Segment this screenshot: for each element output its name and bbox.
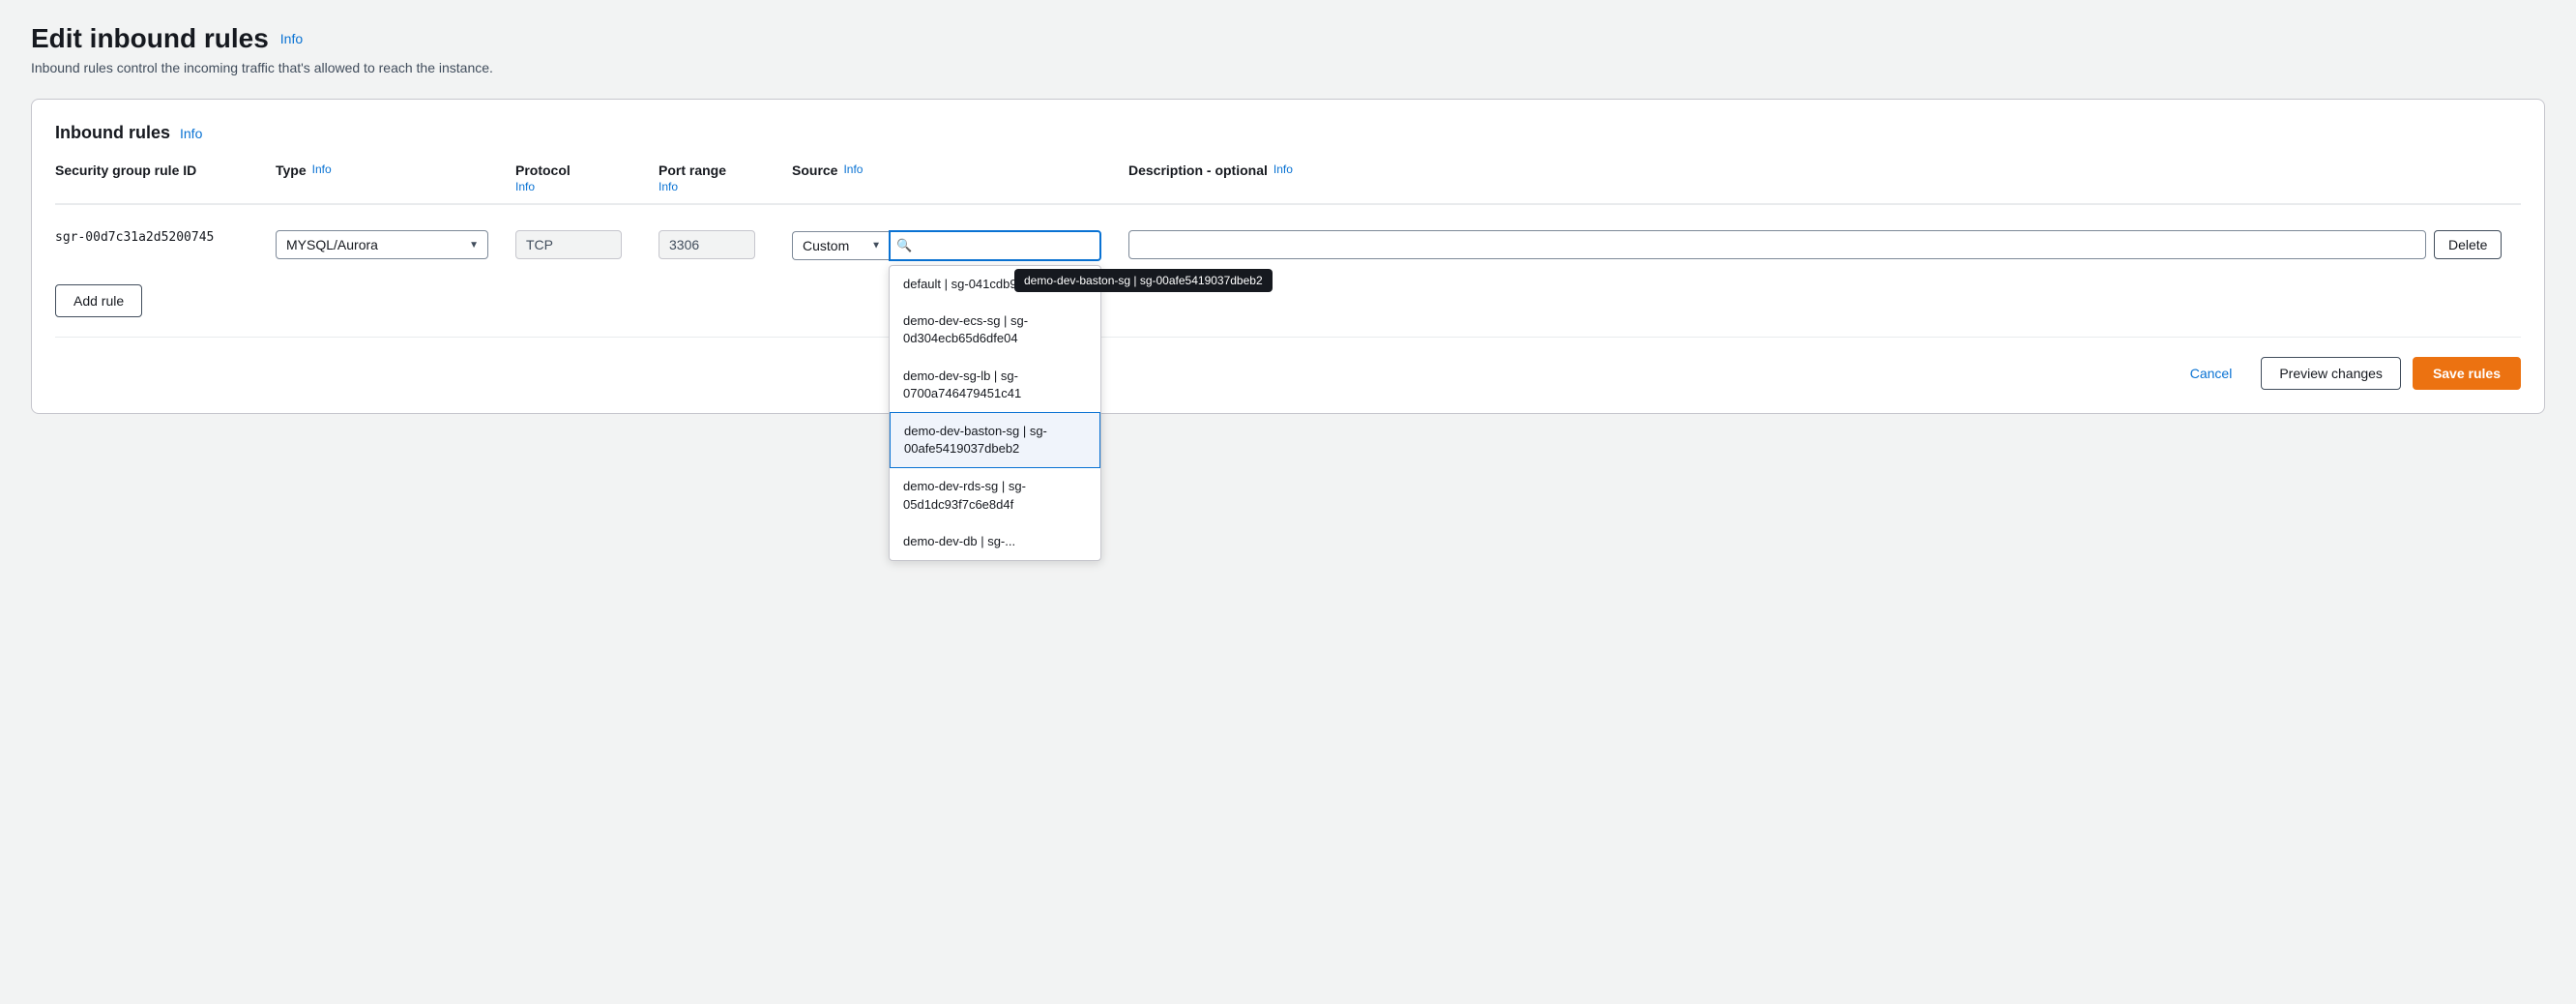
col-header-source: Source Info [792, 162, 1121, 193]
page-info-link[interactable]: Info [280, 31, 303, 46]
page-title-row: Edit inbound rules Info [31, 23, 2545, 54]
cell-description [1128, 224, 2426, 259]
page-title: Edit inbound rules [31, 23, 269, 54]
source-type-select-wrapper: Custom Anywhere-IPv4 Anywhere-IPv6 My IP… [792, 231, 889, 260]
description-info-link[interactable]: Info [1273, 162, 1293, 176]
col-header-protocol: Protocol Info [515, 162, 651, 193]
dropdown-item-2[interactable]: demo-dev-ecs-sg | sg-0d304ecb65d6dfe04 [890, 303, 1100, 357]
cell-type: MYSQL/Aurora Custom TCP HTTP HTTPS SSH A… [276, 224, 508, 259]
search-input-wrapper: 🔍 [889, 230, 1101, 261]
section-info-link[interactable]: Info [180, 126, 202, 141]
protocol-info-link[interactable]: Info [515, 180, 535, 193]
source-area: Custom Anywhere-IPv4 Anywhere-IPv6 My IP… [792, 230, 1101, 261]
section-title: Inbound rules [55, 123, 170, 143]
source-dropdown-menu: default | sg-041cdb9be4e6d0cb7 demo-dev-… [889, 265, 1101, 561]
cell-source: Custom Anywhere-IPv4 Anywhere-IPv6 My IP… [792, 224, 1121, 261]
col-header-rule-id: Security group rule ID [55, 162, 268, 193]
source-dropdown-container: Custom Anywhere-IPv4 Anywhere-IPv6 My IP… [792, 230, 1101, 261]
preview-changes-button[interactable]: Preview changes [2261, 357, 2401, 390]
delete-button[interactable]: Delete [2434, 230, 2502, 259]
rule-id-value: sgr-00d7c31a2d5200745 [55, 230, 214, 245]
cell-action: Delete [2434, 224, 2521, 259]
divider [55, 337, 2521, 338]
save-rules-button[interactable]: Save rules [2413, 357, 2521, 390]
add-rule-row: Add rule [55, 269, 2521, 317]
col-header-type: Type Info [276, 162, 508, 193]
description-input[interactable] [1128, 230, 2426, 259]
add-rule-button[interactable]: Add rule [55, 284, 142, 317]
cell-rule-id: sgr-00d7c31a2d5200745 [55, 224, 268, 245]
port-info-link[interactable]: Info [659, 180, 678, 193]
col-header-action [2434, 162, 2521, 193]
cell-protocol [515, 224, 651, 259]
table-header: Security group rule ID Type Info Protoco… [55, 162, 2521, 205]
dropdown-item-4[interactable]: demo-dev-baston-sg | sg-00afe5419037dbeb… [890, 412, 1100, 468]
type-info-link[interactable]: Info [312, 162, 332, 176]
table-row: sgr-00d7c31a2d5200745 MYSQL/Aurora Custo… [55, 217, 2521, 269]
type-select[interactable]: MYSQL/Aurora Custom TCP HTTP HTTPS SSH A… [276, 230, 488, 259]
source-tooltip: demo-dev-baston-sg | sg-00afe5419037dbeb… [1014, 269, 1273, 292]
source-info-link[interactable]: Info [843, 162, 863, 176]
cancel-button[interactable]: Cancel [2173, 357, 2250, 390]
port-range-input [659, 230, 755, 259]
dropdown-item-5[interactable]: demo-dev-rds-sg | sg-05d1dc93f7c6e8d4f [890, 468, 1100, 522]
inbound-rules-card: Inbound rules Info Security group rule I… [31, 99, 2545, 414]
page-subtitle: Inbound rules control the incoming traff… [31, 60, 2545, 75]
card-header: Inbound rules Info [55, 123, 2521, 143]
dropdown-item-6[interactable]: demo-dev-db | sg-... [890, 523, 1100, 560]
col-header-description: Description - optional Info [1128, 162, 2426, 193]
cell-port-range [659, 224, 784, 259]
action-bar: Cancel Preview changes Save rules [55, 357, 2521, 390]
source-search-input[interactable] [889, 230, 1101, 261]
protocol-input [515, 230, 622, 259]
col-header-port-range: Port range Info [659, 162, 784, 193]
dropdown-item-3[interactable]: demo-dev-sg-lb | sg-0700a746479451c41 [890, 358, 1100, 412]
type-select-wrapper: MYSQL/Aurora Custom TCP HTTP HTTPS SSH A… [276, 230, 488, 259]
source-type-select[interactable]: Custom Anywhere-IPv4 Anywhere-IPv6 My IP [792, 231, 889, 260]
